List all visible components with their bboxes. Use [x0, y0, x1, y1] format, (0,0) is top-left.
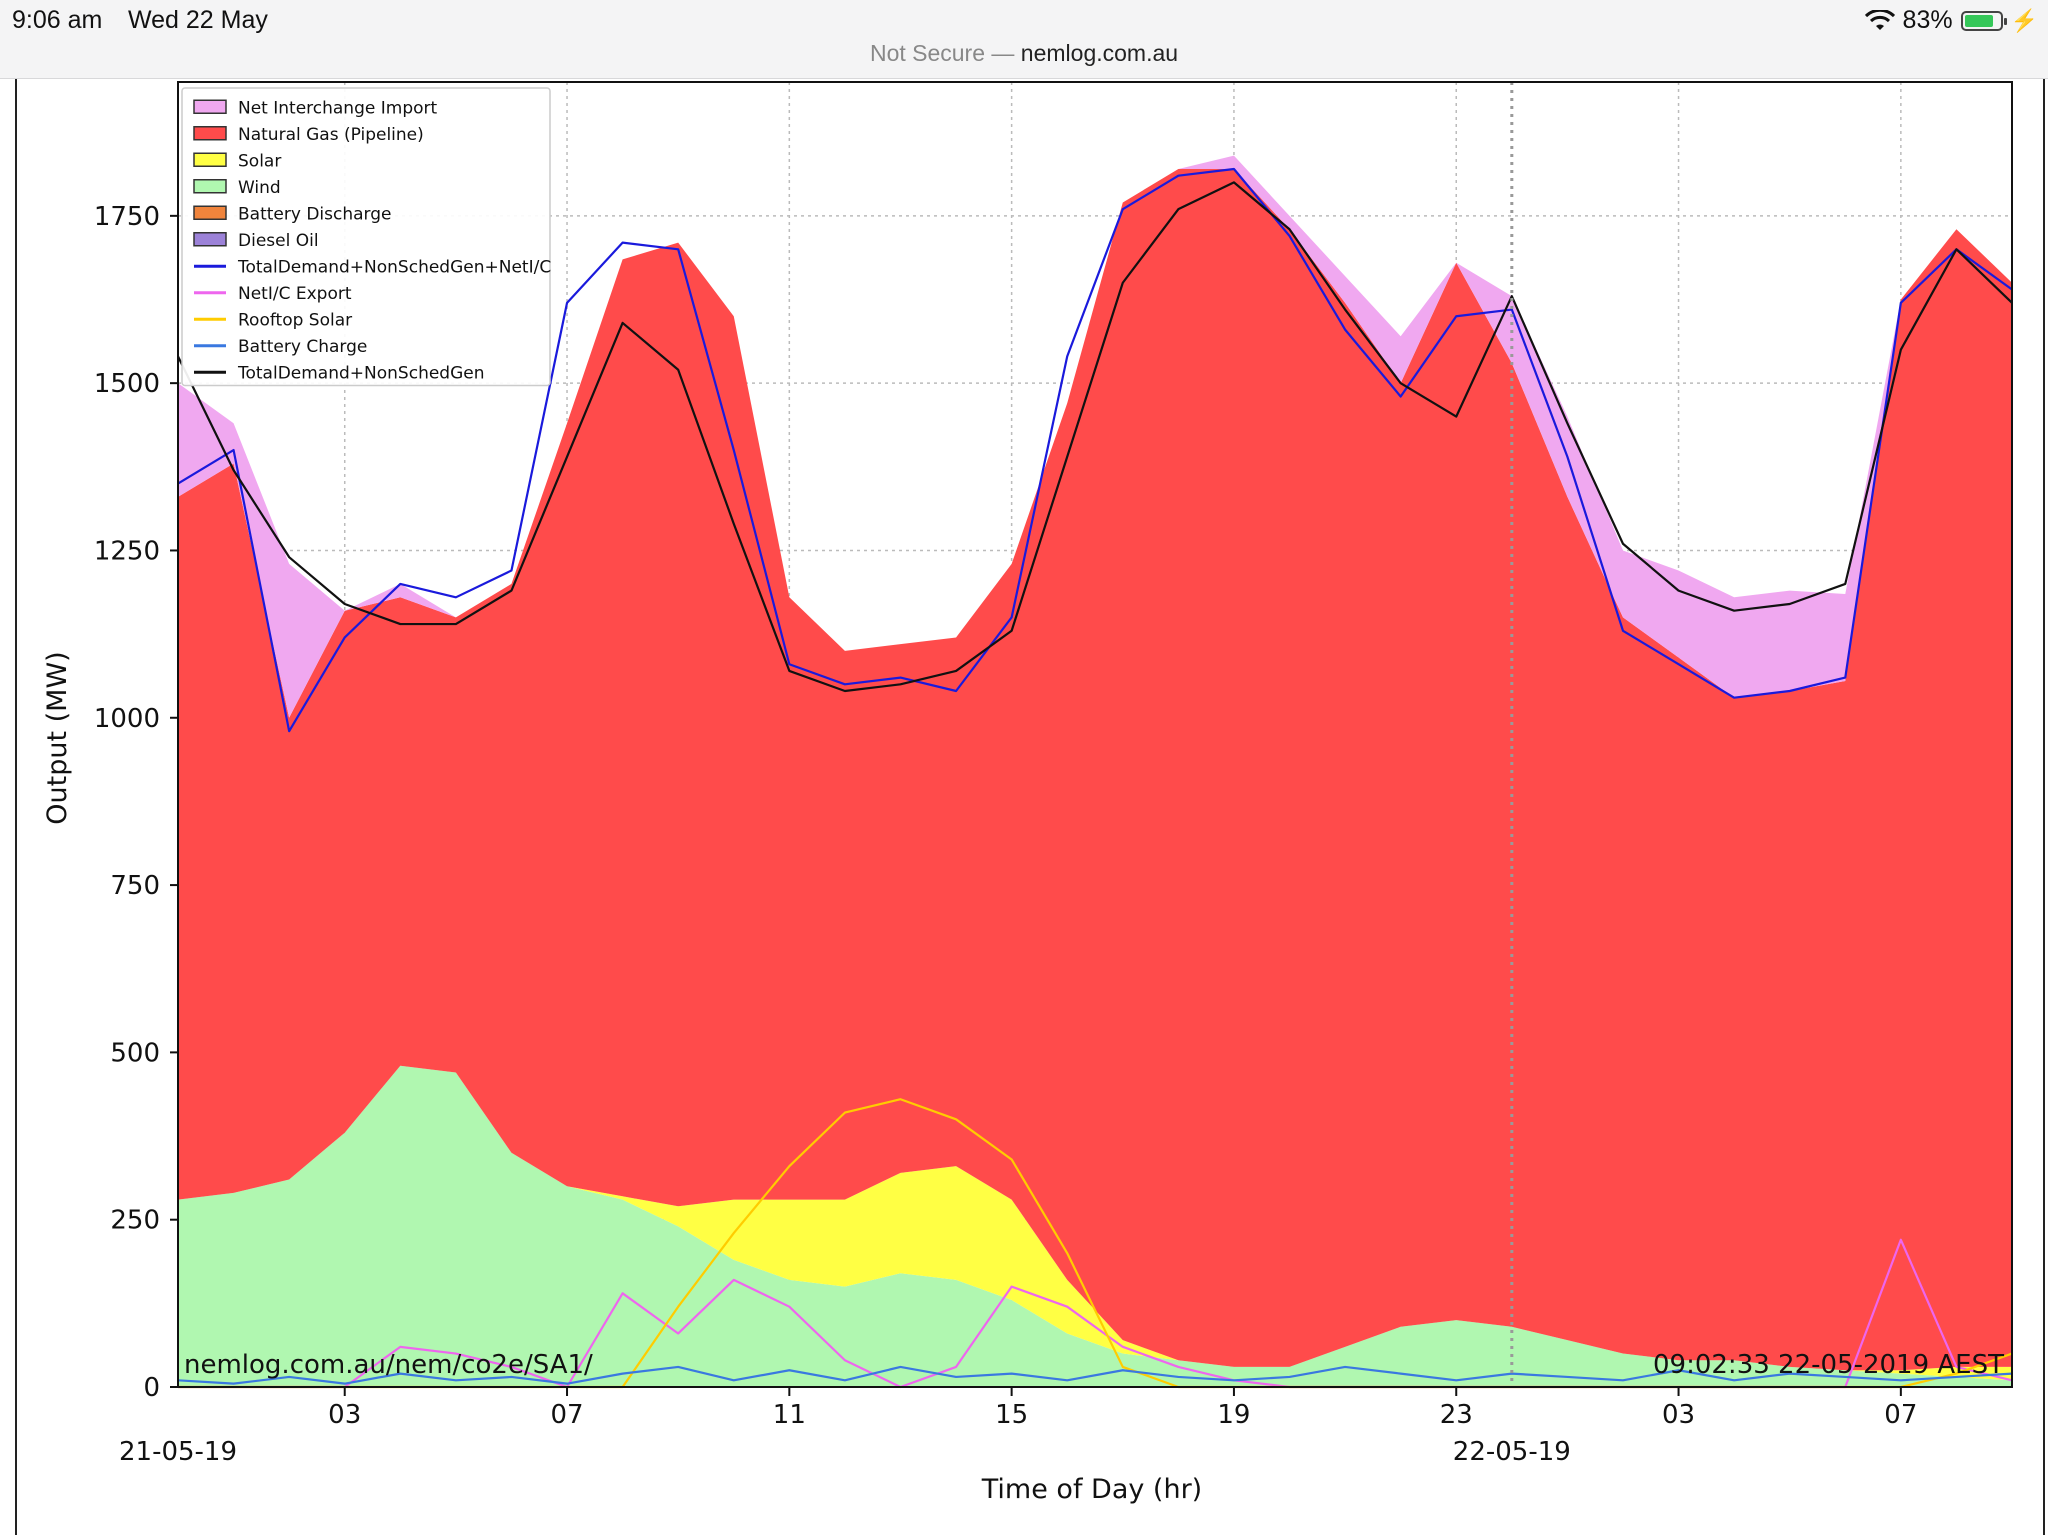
legend-label-wind: Wind — [238, 178, 281, 198]
y-tick-label: 1000 — [94, 704, 160, 734]
y-tick-label: 1750 — [94, 202, 160, 232]
y-axis-label: Output (MW) — [42, 651, 73, 824]
y-tick-label: 750 — [110, 871, 160, 901]
x-tick-label: 15 — [995, 1400, 1028, 1430]
legend-swatch-natural-gas-pipeline- — [193, 126, 227, 141]
x-tick-label: 11 — [773, 1400, 806, 1430]
x-tick-label: 19 — [1217, 1400, 1250, 1430]
legend-swatch-net-interchange-import — [193, 99, 227, 114]
date-label: 22-05-19 — [1453, 1437, 1571, 1467]
legend-label-battery-discharge: Battery Discharge — [238, 204, 391, 224]
legend-swatch-wind — [193, 179, 227, 194]
generation-chart: 0 250 500 750 1000 1250 1500 1750 03 07 11 15 19 23 03… — [42, 81, 2013, 1505]
y-tick-label: 500 — [110, 1038, 160, 1068]
x-axis-label: Time of Day (hr) — [981, 1474, 1202, 1505]
legend: Net Interchange Import Natural Gas (Pipel… — [181, 87, 551, 387]
x-tick-label: 07 — [1884, 1400, 1917, 1430]
y-tick-label: 0 — [143, 1373, 160, 1403]
date-label: 21-05-19 — [119, 1437, 237, 1467]
legend-label-solar: Solar — [238, 151, 281, 171]
legend-swatch-diesel-oil — [193, 232, 227, 247]
y-tick-label: 1500 — [94, 369, 160, 399]
legend-swatch-battery-discharge — [193, 205, 227, 220]
legend-label-net-interchange-import: Net Interchange Import — [238, 98, 437, 118]
legend-label-battery-charge: Battery Charge — [238, 337, 367, 357]
legend-label-totaldemand-nonschedgen-neti-c: TotalDemand+NonSchedGen+NetI/C — [237, 257, 551, 277]
x-tick-label: 03 — [328, 1400, 361, 1430]
annotation-left: nemlog.com.au/nem/co2e/SA1/ — [184, 1350, 593, 1380]
x-tick-label: 03 — [1662, 1400, 1695, 1430]
legend-label-neti-c-export: NetI/C Export — [238, 284, 352, 304]
annotation-right: 09:02:33 22-05-2019 AEST — [1653, 1350, 2004, 1380]
legend-label-totaldemand-nonschedgen: TotalDemand+NonSchedGen — [237, 363, 485, 383]
x-tick-label: 23 — [1440, 1400, 1473, 1430]
legend-label-rooftop-solar: Rooftop Solar — [238, 310, 352, 330]
x-tick-label: 07 — [550, 1400, 583, 1430]
y-tick-label: 1250 — [94, 536, 160, 566]
legend-label-natural-gas-pipeline-: Natural Gas (Pipeline) — [238, 125, 424, 145]
y-tick-label: 250 — [110, 1206, 160, 1236]
legend-swatch-solar — [193, 152, 227, 167]
legend-label-diesel-oil: Diesel Oil — [238, 231, 319, 251]
